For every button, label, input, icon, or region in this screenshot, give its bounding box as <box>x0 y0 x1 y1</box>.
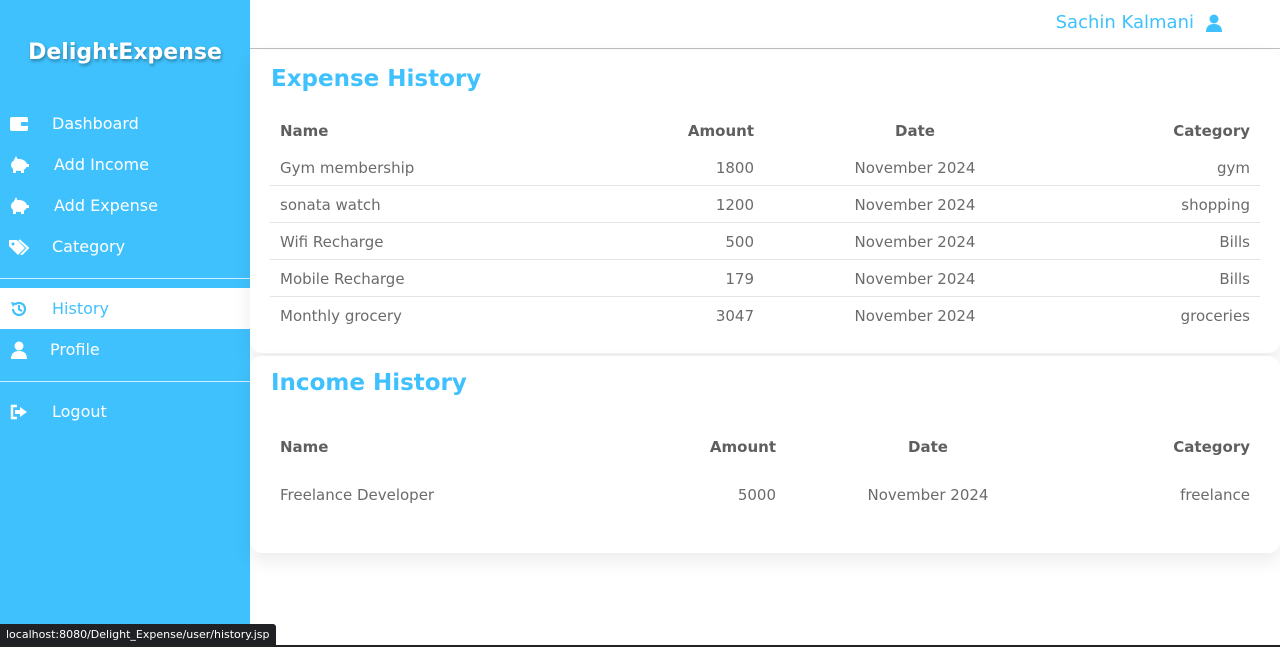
cell-date: November 2024 <box>854 158 976 177</box>
cell-category: shopping <box>1181 195 1250 214</box>
income-history-title: Income History <box>271 370 467 396</box>
cell-amount: 500 <box>725 232 754 251</box>
sidebar-item-add-expense[interactable]: Add Expense <box>0 185 250 226</box>
cell-amount: 5000 <box>737 486 776 504</box>
header-amount: Amount <box>709 437 776 456</box>
sidebar-item-history[interactable]: History <box>0 288 250 329</box>
cell-category: Bills <box>1219 232 1250 251</box>
app: DelightExpense Dashboard Add Income Add … <box>0 0 1280 647</box>
sidebar-item-logout[interactable]: Logout <box>0 391 250 432</box>
header-category: Category <box>1173 121 1250 140</box>
sign-out-icon <box>9 402 29 422</box>
cell-name: sonata watch <box>280 195 381 214</box>
sidebar-item-label: Profile <box>50 340 100 359</box>
income-history-card: Income History Name Amount Date Category… <box>250 356 1280 553</box>
cell-amount: 1800 <box>715 158 754 177</box>
cell-category: freelance <box>1180 486 1250 504</box>
cell-date: November 2024 <box>854 232 976 251</box>
cell-name: Freelance Developer <box>280 486 435 504</box>
sidebar-item-label: Add Expense <box>54 196 158 215</box>
table-row: Monthly grocery 3047 November 2024 groce… <box>270 297 1260 334</box>
sidebar-item-label: Category <box>52 237 126 256</box>
table-row: Freelance Developer 5000 November 2024 f… <box>270 466 1260 524</box>
table-header-row: Name Amount Date Category <box>270 428 1260 466</box>
sidebar-item-label: Logout <box>52 402 107 421</box>
cell-date: November 2024 <box>854 195 976 214</box>
nav-divider <box>0 381 250 382</box>
header-category: Category <box>1173 437 1250 456</box>
user-name: Sachin Kalmani <box>1055 12 1194 33</box>
header-name: Name <box>280 121 329 140</box>
sidebar-item-label: History <box>52 299 109 318</box>
cell-name: Wifi Recharge <box>280 232 384 251</box>
cell-date: November 2024 <box>867 486 989 504</box>
table-row: sonata watch 1200 November 2024 shopping <box>270 186 1260 223</box>
piggy-bank-icon <box>9 155 29 175</box>
browser-status-url: localhost:8080/Delight_Expense/user/hist… <box>0 624 276 645</box>
cell-category: Bills <box>1219 269 1250 288</box>
table-row: Gym membership 1800 November 2024 gym <box>270 149 1260 186</box>
table-row: Wifi Recharge 500 November 2024 Bills <box>270 223 1260 260</box>
cell-name: Gym membership <box>280 158 415 177</box>
wallet-icon <box>9 114 29 134</box>
cell-date: November 2024 <box>854 269 976 288</box>
user-icon <box>9 340 29 360</box>
cell-amount: 1200 <box>715 195 754 214</box>
brand-logo: DelightExpense <box>28 40 222 65</box>
cell-category: gym <box>1216 158 1250 177</box>
sidebar-item-dashboard[interactable]: Dashboard <box>0 103 250 144</box>
topbar: Sachin Kalmani <box>250 0 1280 49</box>
table-row: Mobile Recharge 179 November 2024 Bills <box>270 260 1260 297</box>
user-icon <box>1206 14 1224 32</box>
header-date: Date <box>895 121 935 140</box>
sidebar-item-add-income[interactable]: Add Income <box>0 144 250 185</box>
sidebar: DelightExpense Dashboard Add Income Add … <box>0 0 250 647</box>
expense-history-card: Expense History Name Amount Date Categor… <box>250 50 1280 353</box>
cell-date: November 2024 <box>854 306 976 325</box>
header-amount: Amount <box>687 121 754 140</box>
header-date: Date <box>908 437 948 456</box>
cell-amount: 179 <box>725 269 754 288</box>
history-icon <box>9 299 29 319</box>
cell-amount: 3047 <box>715 306 754 325</box>
expense-table: Name Amount Date Category Gym membership… <box>270 112 1260 334</box>
nav-divider <box>0 278 250 279</box>
tags-icon <box>9 237 29 257</box>
cell-name: Monthly grocery <box>280 306 402 325</box>
sidebar-item-label: Add Income <box>54 155 149 174</box>
table-header-row: Name Amount Date Category <box>270 112 1260 149</box>
cell-category: groceries <box>1180 306 1250 325</box>
expense-history-title: Expense History <box>271 66 482 92</box>
cell-name: Mobile Recharge <box>280 269 405 288</box>
sidebar-item-category[interactable]: Category <box>0 226 250 267</box>
piggy-bank-icon <box>9 196 29 216</box>
income-table: Name Amount Date Category Freelance Deve… <box>270 428 1260 524</box>
user-menu[interactable]: Sachin Kalmani <box>1056 12 1224 33</box>
sidebar-item-label: Dashboard <box>52 114 139 133</box>
header-name: Name <box>280 437 329 456</box>
sidebar-item-profile[interactable]: Profile <box>0 329 250 370</box>
